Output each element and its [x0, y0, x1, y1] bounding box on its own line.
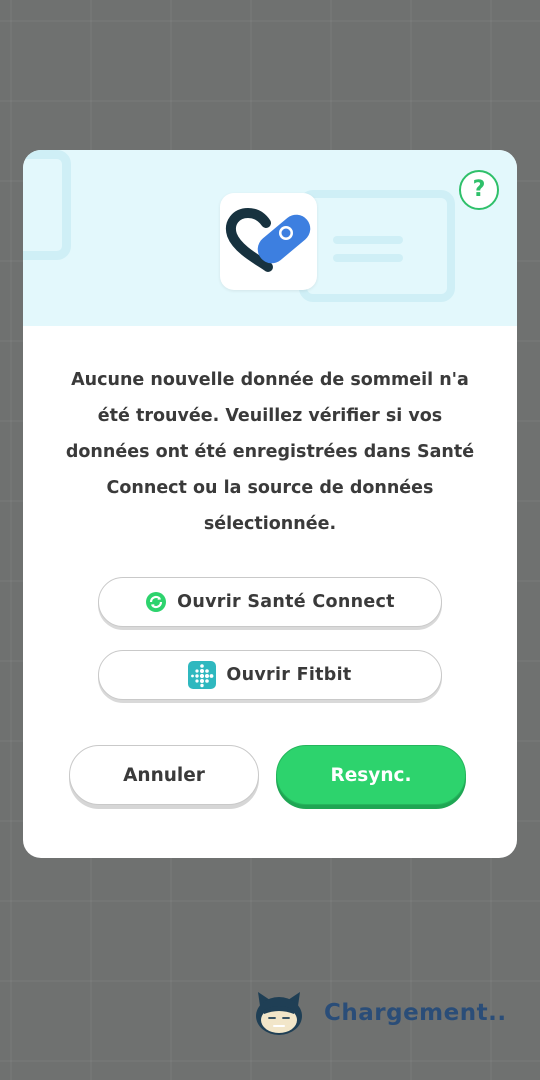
dialog-header: ? [23, 150, 517, 326]
cancel-button[interactable]: Annuler [69, 745, 259, 805]
open-health-connect-button[interactable]: Ouvrir Santé Connect [98, 577, 442, 627]
decorative-card-icon [299, 190, 455, 302]
open-fitbit-button[interactable]: Ouvrir Fitbit [98, 650, 442, 700]
health-connect-icon [146, 592, 167, 612]
loading-text: Chargement.. [324, 1000, 507, 1026]
resync-button[interactable]: Resync. [276, 745, 466, 805]
sync-error-dialog: ? Aucune nouvelle donnée de sommeil n'a … [23, 150, 517, 858]
open-fitbit-label: Ouvrir Fitbit [226, 665, 352, 685]
decorative-shape [23, 150, 71, 260]
snorlax-icon [256, 992, 302, 1035]
loading-indicator: Chargement.. [254, 990, 507, 1036]
dialog-message: Aucune nouvelle donnée de sommeil n'a ét… [65, 370, 475, 534]
fitbit-icon [188, 661, 217, 689]
health-connect-logo-icon [226, 207, 311, 272]
health-connect-app-icon [220, 193, 317, 290]
help-button[interactable]: ? [459, 170, 499, 210]
open-health-connect-label: Ouvrir Santé Connect [177, 592, 395, 612]
